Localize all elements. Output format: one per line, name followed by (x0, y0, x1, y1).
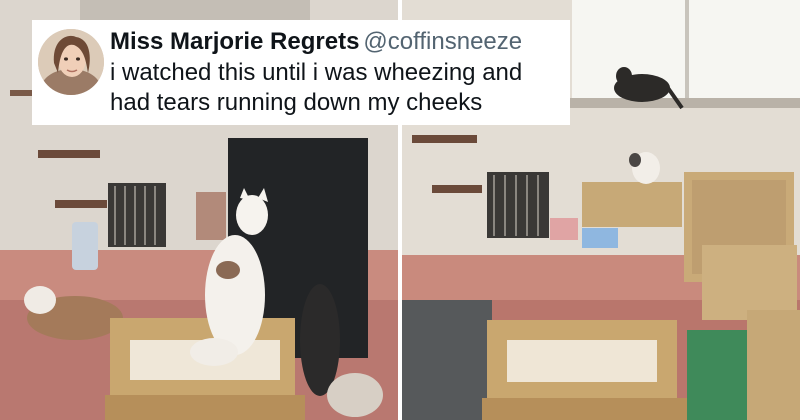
display-name[interactable]: Miss Marjorie Regrets (110, 28, 359, 55)
tweet-text: i watched this until i was wheezing and … (110, 59, 523, 116)
user-handle[interactable]: @coffinsneeze (363, 28, 522, 55)
tweet-card: Miss Marjorie Regrets @coffinsneeze i wat… (32, 20, 570, 125)
tweet-author-line: Miss Marjorie Regrets @coffinsneeze (110, 27, 522, 57)
profile-photo-icon (38, 29, 104, 95)
avatar[interactable] (38, 29, 104, 95)
